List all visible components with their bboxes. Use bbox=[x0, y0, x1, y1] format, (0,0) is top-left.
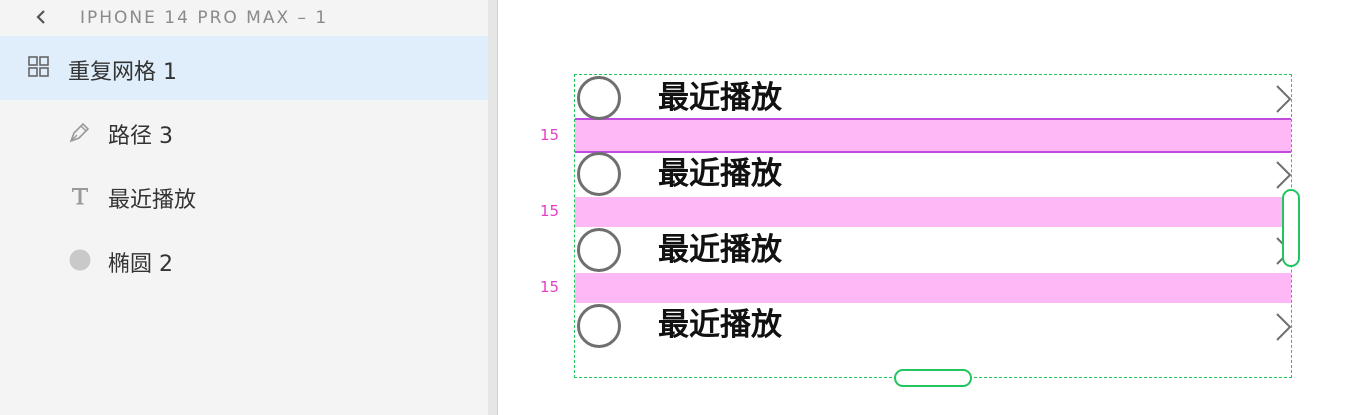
layer-item-text[interactable]: 最近播放 bbox=[0, 164, 488, 228]
chevron-left-icon[interactable] bbox=[34, 9, 48, 25]
layer-label: 重复网格 1 bbox=[68, 60, 177, 85]
row-resize-handle[interactable] bbox=[894, 369, 972, 387]
ellipse-icon bbox=[69, 249, 91, 271]
repeat-grid-icon bbox=[28, 56, 49, 77]
layer-item-repeat-grid[interactable]: 重复网格 1 bbox=[0, 36, 488, 100]
artboard-title: IPHONE 14 PRO MAX – 1 bbox=[80, 8, 329, 28]
layer-item-path[interactable]: 路径 3 bbox=[0, 100, 488, 164]
layer-label: 路径 3 bbox=[108, 124, 173, 149]
gap-size-label: 15 bbox=[540, 126, 560, 144]
layers-panel: IPHONE 14 PRO MAX – 1 重复网格 1 路径 3 最近播放 椭… bbox=[0, 0, 488, 415]
gap-size-label: 15 bbox=[540, 278, 560, 296]
layer-item-ellipse[interactable]: 椭圆 2 bbox=[0, 228, 488, 292]
column-resize-handle[interactable] bbox=[1282, 189, 1300, 267]
panel-divider[interactable] bbox=[488, 0, 498, 415]
artboard-header: IPHONE 14 PRO MAX – 1 bbox=[0, 0, 488, 36]
text-icon bbox=[72, 188, 88, 205]
gap-size-label: 15 bbox=[540, 202, 560, 220]
layer-label: 最近播放 bbox=[108, 188, 197, 213]
repeat-grid-bounds[interactable] bbox=[574, 74, 1292, 378]
pen-path-icon bbox=[69, 122, 90, 143]
layer-label: 椭圆 2 bbox=[108, 252, 173, 277]
